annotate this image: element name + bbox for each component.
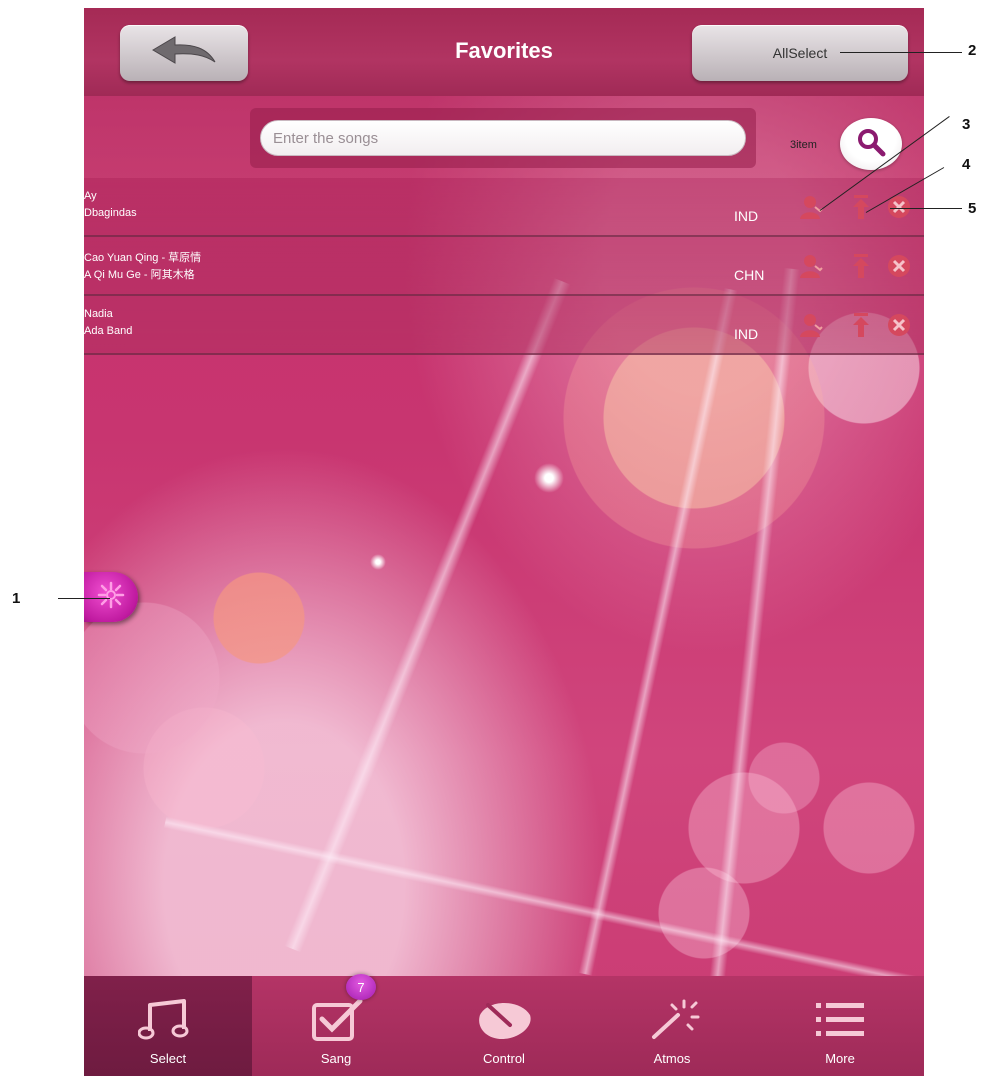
song-title: Ay xyxy=(84,190,97,202)
delete-icon[interactable] xyxy=(886,252,912,280)
music-note-icon xyxy=(138,995,198,1045)
song-artist: Dbagindas xyxy=(84,207,137,219)
bottom-tab-bar: Select 7 Sang Control Atmos More xyxy=(84,974,924,1076)
singer-icon[interactable] xyxy=(798,252,824,280)
song-artist: Ada Band xyxy=(84,325,133,337)
tab-label: Control xyxy=(483,1051,525,1066)
callout-line-1 xyxy=(58,598,110,599)
song-row[interactable]: Ay Dbagindas IND xyxy=(84,178,924,237)
sparkle xyxy=(534,463,564,493)
back-button[interactable] xyxy=(120,25,248,81)
tab-sang[interactable]: 7 Sang xyxy=(252,974,420,1076)
move-to-top-icon[interactable] xyxy=(848,252,874,280)
magic-wand-icon xyxy=(642,995,702,1045)
delete-icon[interactable] xyxy=(886,311,912,339)
tab-label: Select xyxy=(149,1051,187,1066)
search-bar: 3item xyxy=(84,96,924,178)
tab-control[interactable]: Control xyxy=(420,976,588,1076)
song-title: Nadia xyxy=(84,308,113,320)
back-arrow-icon xyxy=(149,34,219,73)
callout-2: 2 xyxy=(968,42,977,59)
callout-line-2 xyxy=(840,52,962,53)
callout-line-5 xyxy=(890,208,962,209)
callout-4: 4 xyxy=(962,156,971,173)
search-button[interactable] xyxy=(840,118,902,170)
tab-select[interactable]: Select xyxy=(84,976,252,1076)
callout-3: 3 xyxy=(962,116,971,133)
control-icon xyxy=(474,995,534,1045)
search-input[interactable] xyxy=(260,120,746,156)
callout-1: 1 xyxy=(12,590,21,607)
song-row[interactable]: Nadia Ada Band IND xyxy=(84,296,924,355)
singer-icon[interactable] xyxy=(798,193,824,221)
header-bar: Favorites AllSelect xyxy=(84,8,924,96)
allselect-button[interactable]: AllSelect xyxy=(692,25,908,81)
magnifier-icon xyxy=(856,127,886,162)
app-screen: Favorites AllSelect 3item Ay xyxy=(84,8,924,1076)
manual-figure: Favorites AllSelect 3item Ay xyxy=(0,0,995,1078)
side-float-button[interactable] xyxy=(84,572,138,622)
page-title: Favorites xyxy=(455,38,553,63)
singer-icon[interactable] xyxy=(798,311,824,339)
checklist-icon xyxy=(306,995,366,1045)
allselect-label: AllSelect xyxy=(772,45,828,61)
tab-label: Atmos xyxy=(653,1051,691,1066)
song-language: IND xyxy=(734,326,759,342)
song-language: IND xyxy=(734,208,759,224)
list-icon xyxy=(810,995,870,1045)
tab-label: More xyxy=(825,1051,855,1066)
light-beam xyxy=(578,288,738,976)
tab-atmos[interactable]: Atmos xyxy=(588,976,756,1076)
sparkle xyxy=(370,554,386,570)
move-to-top-icon[interactable] xyxy=(848,193,874,221)
song-language: CHN xyxy=(734,267,765,283)
light-beam xyxy=(708,268,800,986)
callout-5: 5 xyxy=(968,200,977,217)
song-artist: A Qi Mu Ge - 阿其木格 xyxy=(84,269,195,281)
sang-count-badge: 7 xyxy=(346,974,376,1000)
gear-icon xyxy=(96,580,126,615)
item-count: 3item xyxy=(790,139,817,151)
tab-more[interactable]: More xyxy=(756,976,924,1076)
song-row[interactable]: Cao Yuan Qing - 草原情 A Qi Mu Ge - 阿其木格 CH… xyxy=(84,237,924,296)
move-to-top-icon[interactable] xyxy=(848,311,874,339)
song-title: Cao Yuan Qing - 草原情 xyxy=(84,252,202,264)
song-list: Ay Dbagindas IND Cao Yuan Qing - 草原情 A Q… xyxy=(84,178,924,355)
light-beam xyxy=(164,816,924,995)
tab-label: Sang xyxy=(320,1051,352,1066)
